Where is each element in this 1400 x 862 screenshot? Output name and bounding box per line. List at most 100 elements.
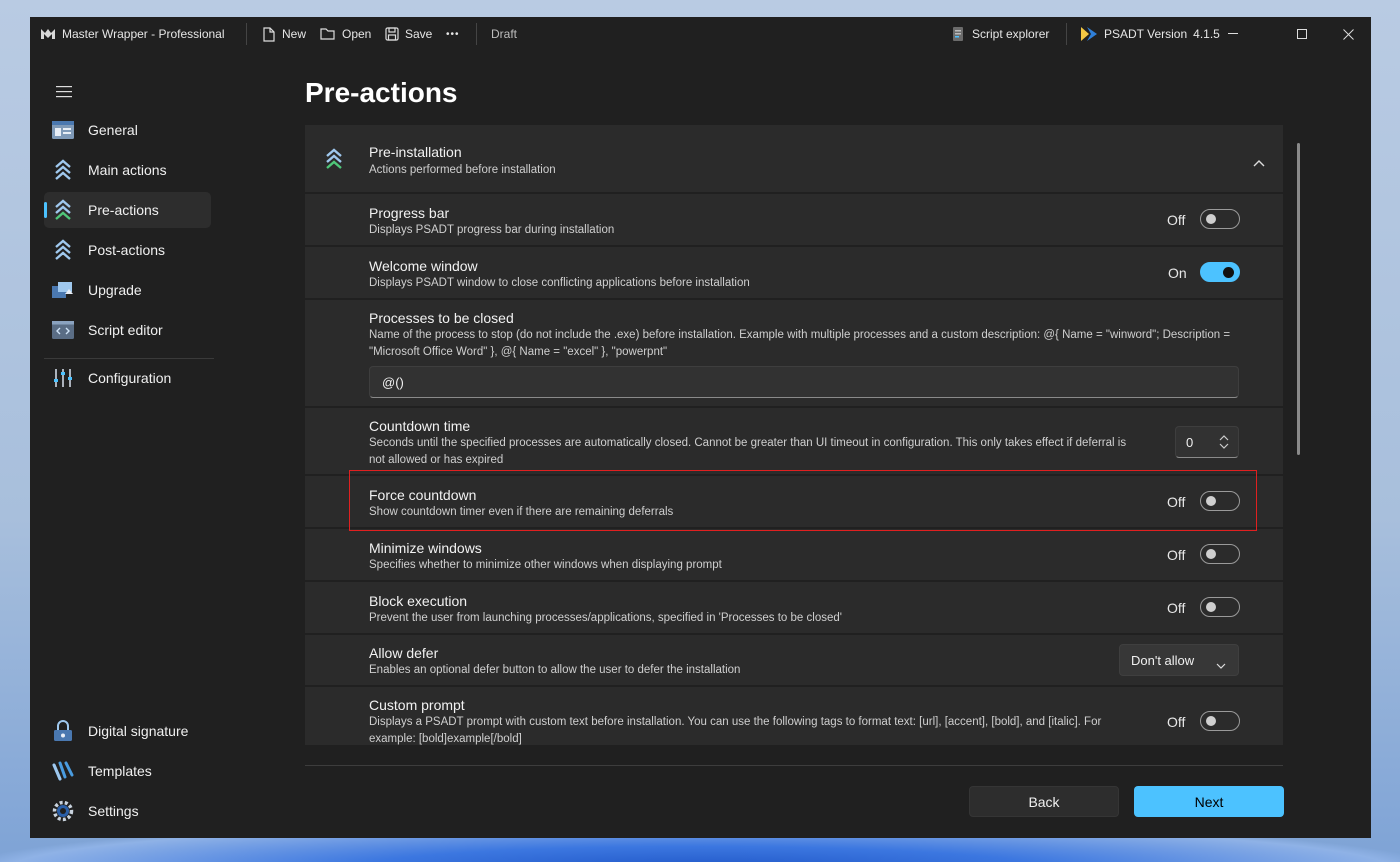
sidebar-item-templates[interactable]: Templates [44,753,211,789]
setting-title: Welcome window [369,258,478,274]
lock-icon [52,720,74,742]
collapse-chevron-up-icon[interactable] [1253,154,1265,172]
section-header-pre-installation[interactable]: Pre-installation Actions performed befor… [305,125,1283,192]
setting-title: Countdown time [369,418,471,434]
sidebar-item-script-editor[interactable]: Script editor [44,312,211,348]
sidebar-item-label: General [88,122,138,138]
setting-description: Specifies whether to minimize other wind… [369,559,722,571]
setting-description: Name of the process to stop (do not incl… [369,329,1231,358]
upgrade-icon [52,279,74,301]
toggle-state-label: Off [1167,714,1186,730]
psadt-label: PSADT Version [1104,27,1188,41]
save-label: Save [405,27,433,41]
processes-input[interactable]: @() [369,366,1239,398]
toggle-state-label: Off [1167,600,1186,616]
toggle-knob [1206,214,1216,224]
open-label: Open [342,27,372,41]
setting-title: Progress bar [369,205,450,221]
sidebar-item-configuration[interactable]: Configuration [44,360,211,396]
sidebar-item-label: Upgrade [88,282,142,298]
maximize-icon [1297,29,1307,39]
chevrons-up-icon [325,147,343,176]
setting-description: Displays PSADT window to close conflicti… [369,277,750,289]
minimize-icon [1228,33,1238,34]
script-explorer-button[interactable]: Script explorer [950,26,1049,42]
setting-row-custom-prompt: Custom prompt Displays a PSADT prompt wi… [305,687,1283,745]
sidebar-item-main-actions[interactable]: Main actions [44,152,211,188]
save-button[interactable]: Save [385,27,432,41]
psadt-version-button[interactable]: PSADT Version 4.1.5 [1080,26,1220,42]
next-button[interactable]: Next [1134,786,1284,817]
app-window: Master Wrapper - Professional New Open S… [30,17,1371,838]
sidebar-item-label: Digital signature [88,723,189,739]
sidebar-item-general[interactable]: General [44,112,211,148]
app-logo-icon [40,26,56,42]
toggle-knob [1206,549,1216,559]
minimize-button[interactable] [1210,17,1256,51]
title-separator-3 [1066,23,1067,45]
maximize-button[interactable] [1279,17,1325,51]
chevrons-up-icon [52,159,74,181]
new-file-icon [262,26,276,42]
progress-bar-toggle[interactable] [1200,209,1240,229]
allow-defer-dropdown[interactable]: Don't allow [1119,644,1239,676]
setting-title: Allow defer [369,645,439,661]
sidebar-item-digital-signature[interactable]: Digital signature [44,713,211,749]
stepper-value: 0 [1186,435,1194,450]
app-title: Master Wrapper - Professional [62,27,225,41]
save-icon [385,27,399,41]
stepper-arrows-icon[interactable] [1219,435,1229,452]
setting-description: Prevent the user from launching processe… [369,612,842,624]
app-title-group: Master Wrapper - Professional [40,26,225,42]
back-button[interactable]: Back [969,786,1119,817]
document-status: Draft [491,27,518,41]
setting-row-allow-defer: Allow defer Enables an optional defer bu… [305,635,1283,685]
setting-title: Block execution [369,593,468,609]
sidebar-divider [44,358,214,359]
custom-prompt-toggle[interactable] [1200,711,1240,731]
hamburger-icon [56,86,72,98]
setting-row-processes-to-close: Processes to be closed Name of the proce… [305,300,1283,406]
sliders-icon [52,367,74,389]
sidebar-item-upgrade[interactable]: Upgrade [44,272,211,308]
title-separator-2 [476,23,477,45]
vertical-scrollbar[interactable] [1297,143,1300,455]
templates-icon [52,760,74,782]
new-button[interactable]: New [262,26,307,42]
sidebar-item-pre-actions[interactable]: Pre-actions [44,192,211,228]
setting-description: Seconds until the specified processes ar… [369,437,1127,466]
chevrons-up-icon [52,199,74,221]
general-icon [52,119,74,141]
sidebar-item-post-actions[interactable]: Post-actions [44,232,211,268]
gear-icon [52,800,74,822]
sidebar-item-label: Pre-actions [88,202,159,218]
sidebar: General Main actions Pre-actions Post-ac… [30,51,220,838]
settings-panel: Pre-installation Actions performed befor… [305,125,1283,745]
block-execution-toggle[interactable] [1200,597,1240,617]
setting-row-minimize-windows: Minimize windows Specifies whether to mi… [305,529,1283,580]
new-label: New [282,27,307,41]
chevrons-up-icon [52,239,74,261]
script-explorer-icon [950,26,966,42]
toggle-state-label: Off [1167,212,1186,228]
sidebar-item-label: Configuration [88,370,172,386]
toggle-knob [1206,716,1216,726]
open-button[interactable]: Open [320,27,371,41]
toggle-state-label: Off [1167,547,1186,563]
section-title: Pre-installation [369,144,462,160]
close-icon [1342,28,1354,40]
sidebar-item-label: Templates [88,763,152,779]
more-options-button[interactable]: ••• [446,29,460,40]
setting-row-welcome-window: Welcome window Displays PSADT window to … [305,247,1283,298]
minimize-windows-toggle[interactable] [1200,544,1240,564]
setting-row-block-execution: Block execution Prevent the user from la… [305,582,1283,633]
sidebar-item-label: Post-actions [88,242,166,258]
footer-divider [305,765,1283,766]
title-bar: Master Wrapper - Professional New Open S… [30,17,1371,51]
close-button[interactable] [1325,17,1371,51]
code-editor-icon [52,319,74,341]
hamburger-menu-button[interactable] [56,85,72,103]
welcome-window-toggle[interactable] [1200,262,1240,282]
sidebar-item-settings[interactable]: Settings [44,793,211,829]
countdown-time-stepper[interactable]: 0 [1175,426,1239,458]
